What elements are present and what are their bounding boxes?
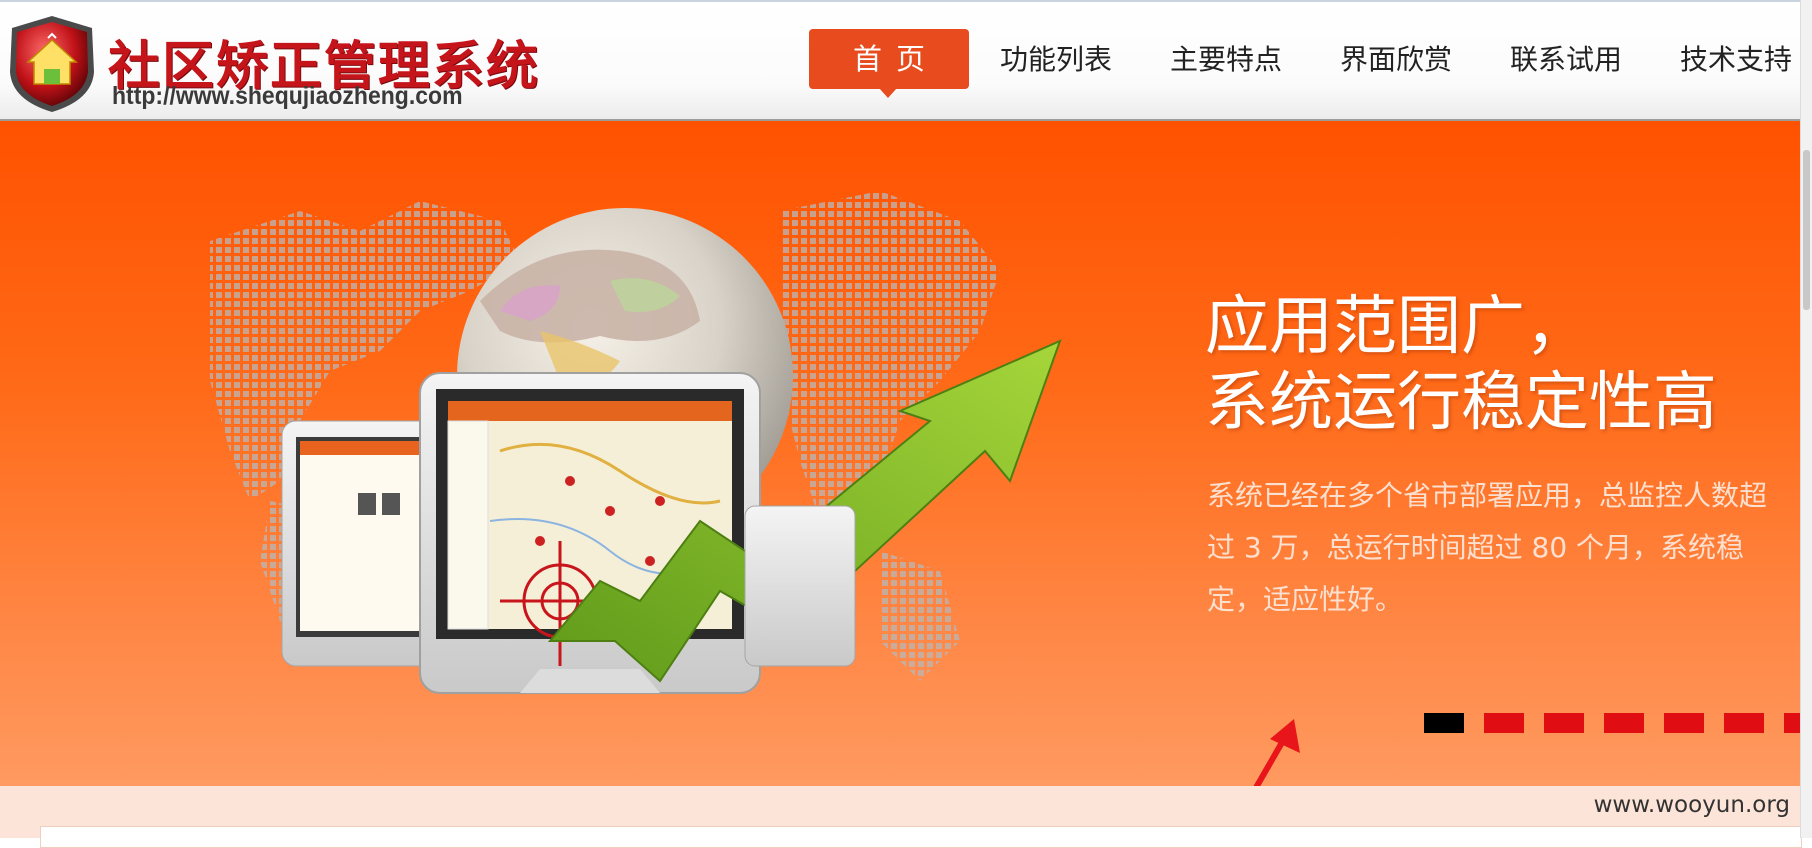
slide-dot-5[interactable] [1664,713,1704,733]
nav-item-features[interactable]: 功能列表 [1000,40,1112,80]
slide-dot-6[interactable] [1724,713,1764,733]
content-area: www.wooyun.org [0,786,1802,848]
slide-dot-4[interactable] [1604,713,1644,733]
scrollbar-thumb[interactable] [1803,150,1810,310]
headline-line-2: 系统运行稳定性高 [1205,366,1717,440]
nav-item-screenshots[interactable]: 界面欣赏 [1340,40,1452,80]
nav-item-highlights[interactable]: 主要特点 [1170,40,1282,80]
slide-dot-2[interactable] [1484,713,1524,733]
nav-item-home[interactable]: 首页 [809,29,969,98]
banner-description: 系统已经在多个省市部署应用，总监控人数超过 3 万，总运行时间超过 80 个月，… [1207,479,1768,616]
red-pointer-arrow-icon [1253,719,1300,786]
slide-dot-7[interactable] [1784,713,1800,733]
content-box [40,826,1802,848]
headline-line-1: 应用范围广， [1205,290,1589,364]
slide-dot-1[interactable] [1424,713,1464,733]
small-monitor-right [744,505,856,667]
nav-item-contact-trial[interactable]: 联系试用 [1510,40,1622,80]
small-monitor-screenshot [281,420,443,667]
watermark: www.wooyun.org [1593,792,1790,818]
site-header: 社区矫正管理系统 http://www.shequjiaozheng.com 首… [0,0,1800,121]
vertical-scrollbar[interactable] [1800,0,1812,838]
main-nav: 首页 功能列表 主要特点 界面欣赏 联系试用 技术支持 [0,2,1800,123]
slide-dot-3[interactable] [1544,713,1584,733]
nav-item-tech-support[interactable]: 技术支持 [1680,40,1792,80]
banner-illustration [210,191,1062,694]
banner-headline: 应用范围广， 系统运行稳定性高 [1205,289,1717,441]
hero-banner: 应用范围广， 系统运行稳定性高 系统已经在多个省市部署应用，总监控人数超过 3 … [0,121,1800,786]
